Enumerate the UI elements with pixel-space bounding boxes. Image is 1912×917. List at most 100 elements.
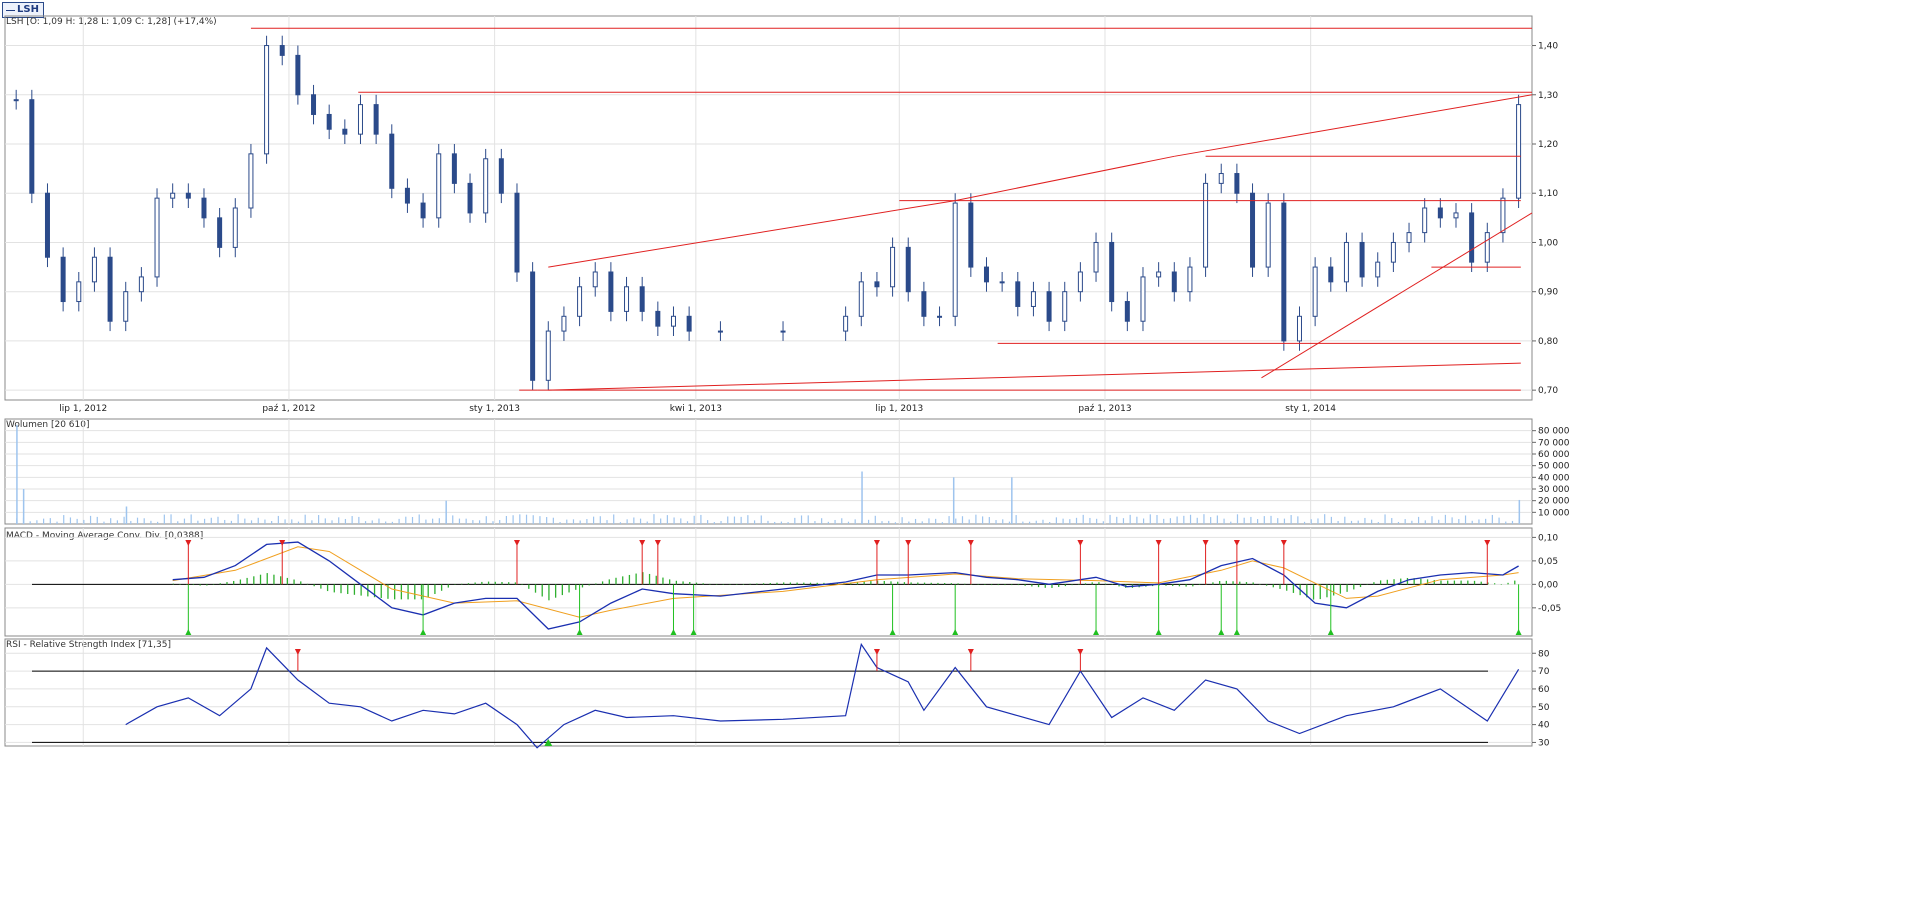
sell-arrow-icon [905,540,912,546]
macd-histogram-bar [769,582,771,585]
volume-bar [1015,515,1017,524]
volume-bar [183,518,186,524]
macd-histogram-bar [186,584,188,585]
volume-bar [157,521,159,524]
volume-bar [774,521,776,524]
macd-histogram-bar [863,581,865,585]
macd-histogram-bar [1064,584,1067,587]
price-candle [264,45,270,155]
volume-bar [89,515,92,524]
volume-bar [673,517,675,524]
price-candle [451,153,457,184]
x-tick-label: kwi 1, 2013 [670,404,722,414]
price-candle [185,192,191,199]
volume-bar [1089,517,1091,524]
y-tick-label: 0,10 [1538,533,1558,543]
buy-arrow-icon [1093,629,1100,635]
volume-bar [1042,519,1044,524]
macd-histogram-bar [1480,581,1482,585]
price-candle [905,246,911,293]
volume-bar [371,520,373,524]
price-candle [1437,207,1443,219]
volume-bar [599,516,601,524]
volume-bar [425,519,427,524]
volume-bar [827,521,829,524]
volume-bar [465,518,467,524]
macd-histogram-bar [1044,584,1046,588]
sell-arrow-icon [654,540,661,546]
trendline [1261,212,1533,379]
macd-histogram-bar [501,582,503,585]
volume-bar [398,518,400,524]
macd-histogram-bar [682,581,684,585]
price-candle [608,271,614,312]
macd-histogram-bar [628,574,631,585]
volume-bar [1371,519,1373,524]
buy-arrow-icon [1233,629,1240,635]
volume-bar [1203,514,1205,524]
macd-histogram-bar [1051,584,1053,588]
macd-histogram-bar [581,584,584,588]
price-candle [389,133,395,189]
price-candle [1390,241,1396,263]
macd-histogram-bar [192,584,195,586]
volume-bar [794,517,796,524]
volume-bar [49,518,51,524]
volume-bar [1471,520,1473,524]
macd-histogram-bar [1011,584,1013,586]
price-candle [968,202,974,268]
volume-bar [1438,519,1440,524]
volume-bar [1250,516,1252,524]
macd-histogram-bar [1473,580,1476,585]
volume-bar [834,519,836,524]
volume-bar [203,518,206,524]
volume-bar [1451,517,1453,524]
macd-histogram-bar [521,584,523,586]
volume-bar [103,521,105,524]
volume-bar [767,520,769,524]
volume-bar [237,514,239,524]
volume-bar [1364,517,1366,524]
y-tick-label: 0,70 [1538,386,1558,396]
volume-bar [1008,521,1011,524]
volume-bar [1223,518,1225,524]
volume-bar [1257,519,1259,524]
price-candle [1250,192,1256,268]
macd-histogram-bar [789,582,792,585]
macd-histogram-bar [340,584,342,594]
volume-bar [418,514,420,524]
macd-histogram-bar [1353,584,1355,590]
macd-histogram-bar [320,584,322,589]
volume-bar [1176,516,1178,524]
volume-bar [660,518,662,524]
volume-bar [177,521,179,524]
volume-bar [948,516,950,524]
buy-arrow-icon [670,629,677,635]
price-candle [1375,261,1381,278]
price-candle [1453,212,1459,219]
volume-bar [1417,516,1420,524]
volume-bar [1096,518,1098,524]
macd-histogram-bar [997,584,999,586]
volume-bar [69,517,72,524]
macd-histogram-bar [1232,581,1234,585]
price-candle [170,192,176,199]
price-candle [1312,266,1318,317]
volume-bar [136,517,139,524]
volume-bar [1002,519,1004,524]
macd-histogram-bar [353,584,356,595]
price-candle [1218,173,1224,184]
macd-histogram-bar [487,581,490,585]
volume-bar [1485,518,1487,524]
volume-bar [150,520,152,524]
volume-bar [1149,514,1151,524]
volume-bar [499,520,501,524]
volume-bar [1196,517,1198,524]
volume-bar [190,514,192,524]
macd-histogram-bar [286,577,289,585]
rsi-line [125,642,1520,749]
macd-histogram-bar [1393,579,1395,585]
macd-histogram-bar [964,583,966,585]
price-candle [1516,104,1522,199]
sell-arrow-icon [1280,540,1287,546]
